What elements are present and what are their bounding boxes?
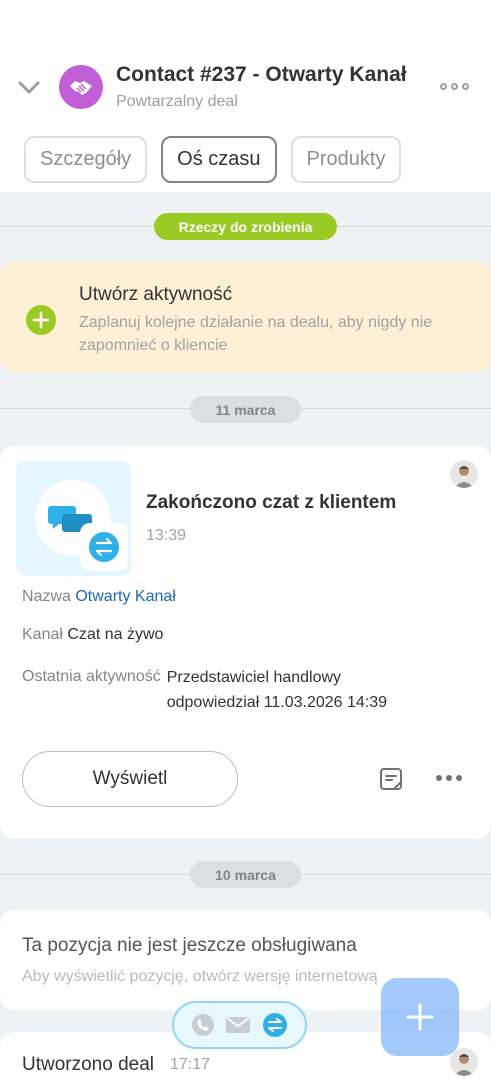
communication-bar: [172, 1001, 307, 1049]
channel-row: Kanał Czat na żywo: [22, 626, 163, 644]
more-options-icon[interactable]: [436, 775, 462, 781]
add-button[interactable]: [381, 978, 459, 1056]
chat-activity-card[interactable]: Zakończono czat z klientem 13:39 Nazwa O…: [0, 446, 491, 839]
chat-thumbnail: [16, 461, 131, 576]
page-title: Contact #237 - Otwarty Kanał: [116, 63, 407, 86]
handshake-icon: [59, 65, 103, 109]
deal-created-time: 17:17: [170, 1056, 211, 1073]
mail-icon[interactable]: [225, 1015, 251, 1035]
channel-label: Kanał: [22, 626, 63, 643]
plus-icon: [406, 1003, 434, 1031]
create-activity-card[interactable]: Utwórz aktywność Zaplanuj kolejne działa…: [0, 262, 491, 372]
name-row: Nazwa Otwarty Kanał: [22, 588, 176, 606]
create-activity-description: Zaplanuj kolejne działanie na dealu, aby…: [79, 314, 433, 354]
phone-icon[interactable]: [191, 1013, 215, 1037]
chat-transfer-icon[interactable]: [262, 1012, 288, 1038]
tab-bar: Szczegóły Oś czasu Produkty: [24, 136, 402, 183]
note-icon[interactable]: [378, 766, 404, 792]
deal-created-title: Utworzono deal: [22, 1054, 155, 1075]
more-options-icon[interactable]: [437, 76, 471, 96]
todo-badge: Rzeczy do zrobienia: [154, 213, 337, 240]
add-icon[interactable]: [26, 305, 56, 335]
timeline: Rzeczy do zrobienia Utwórz aktywność Zap…: [0, 192, 491, 1080]
date-badge: 10 marca: [190, 861, 301, 888]
date-badge: 11 marca: [190, 396, 301, 423]
user-avatar: [450, 460, 478, 488]
chat-title: Zakończono czat z klientem: [146, 492, 397, 513]
page-subtitle: Powtarzalny deal: [116, 93, 238, 110]
tab-timeline[interactable]: Oś czasu: [161, 136, 277, 183]
name-label: Nazwa: [22, 588, 71, 605]
last-activity-value: Przedstawiciel handlowy odpowiedział 11.…: [166, 669, 388, 711]
chevron-down-icon[interactable]: [16, 74, 42, 100]
transfer-icon: [80, 523, 128, 571]
last-activity-row: Ostatnia aktywność Przedstawiciel handlo…: [22, 668, 417, 715]
last-activity-label: Ostatnia aktywność: [22, 668, 161, 685]
channel-name-link[interactable]: Otwarty Kanał: [75, 588, 175, 605]
view-button[interactable]: Wyświetl: [22, 751, 238, 807]
channel-value: Czat na żywo: [67, 626, 164, 643]
unsupported-description: Aby wyświetlić pozycję, otwórz wersję in…: [22, 968, 378, 985]
chat-time: 13:39: [146, 527, 187, 544]
create-activity-title: Utwórz aktywność: [79, 284, 233, 305]
unsupported-title: Ta pozycja nie jest jeszcze obsługiwana: [22, 935, 357, 956]
tab-products[interactable]: Produkty: [290, 136, 402, 183]
deal-header: Contact #237 - Otwarty Kanał Powtarzalny…: [0, 0, 491, 192]
tab-details[interactable]: Szczegóły: [24, 136, 148, 183]
user-avatar: [450, 1048, 478, 1076]
